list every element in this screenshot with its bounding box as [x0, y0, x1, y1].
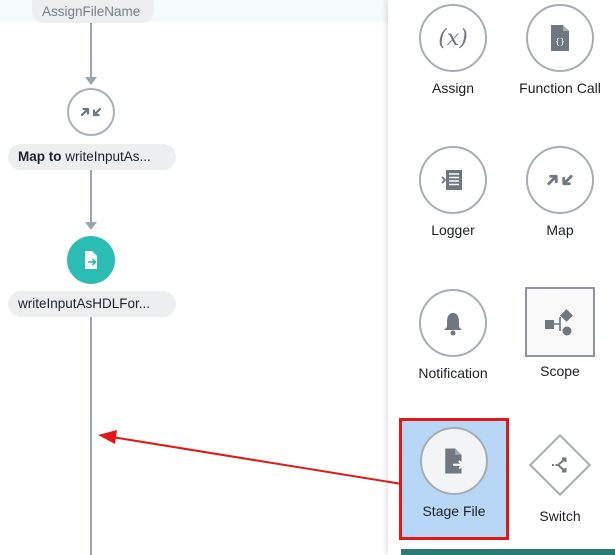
map-node-label[interactable]: Map to writeInputAs... [8, 144, 176, 170]
map-icon [80, 107, 102, 117]
palette-item-notification[interactable]: Notification [398, 289, 508, 381]
map-node[interactable] [67, 88, 115, 136]
palette-item-logger[interactable]: Logger [398, 146, 508, 238]
stage-file-icon [420, 427, 488, 495]
connector-line [90, 170, 92, 222]
palette-item-label: Logger [431, 222, 475, 238]
connector-line [90, 23, 92, 78]
stage-file-node-label[interactable]: writeInputAsHDLFor... [8, 291, 176, 317]
connector-arrowhead [85, 77, 97, 85]
assign-file-name-node[interactable]: AssignFileName [32, 0, 154, 23]
scope-icon [525, 287, 595, 357]
map-target-label: writeInputAs... [65, 149, 151, 164]
stage-file-icon [85, 251, 97, 269]
assign-icon: (x) [419, 4, 487, 72]
integration-canvas: AssignFileName Map to writeInputAs... wr… [0, 0, 388, 555]
map-to-prefix: Map to [18, 149, 62, 164]
palette-item-function-call[interactable]: {} Function Call [505, 4, 615, 96]
palette-item-label: Stage File [422, 503, 486, 519]
palette-item-scope[interactable]: Scope [505, 287, 615, 379]
switch-icon [525, 430, 595, 500]
palette-bottom-bar [401, 549, 615, 555]
map-icon [526, 146, 594, 214]
connector-line [90, 317, 92, 555]
palette-item-label: Scope [540, 363, 580, 379]
notification-icon [419, 289, 487, 357]
palette-item-label: Map [546, 222, 574, 238]
function-call-icon: {} [526, 4, 594, 72]
palette-item-label: Assign [431, 80, 475, 96]
svg-text:{}: {} [555, 37, 565, 46]
palette-item-map[interactable]: Map [505, 146, 615, 238]
logger-icon [419, 146, 487, 214]
palette-item-label: Switch [539, 508, 581, 524]
palette-item-stage-file[interactable]: Stage File [399, 418, 509, 540]
palette-item-label: Notification [418, 365, 488, 381]
stage-file-node[interactable] [67, 236, 115, 284]
palette-item-assign[interactable]: (x) Assign [398, 4, 508, 96]
connector-arrowhead [85, 222, 97, 230]
palette-item-label: Function Call [519, 80, 601, 96]
palette-item-switch[interactable]: Switch [505, 430, 615, 524]
